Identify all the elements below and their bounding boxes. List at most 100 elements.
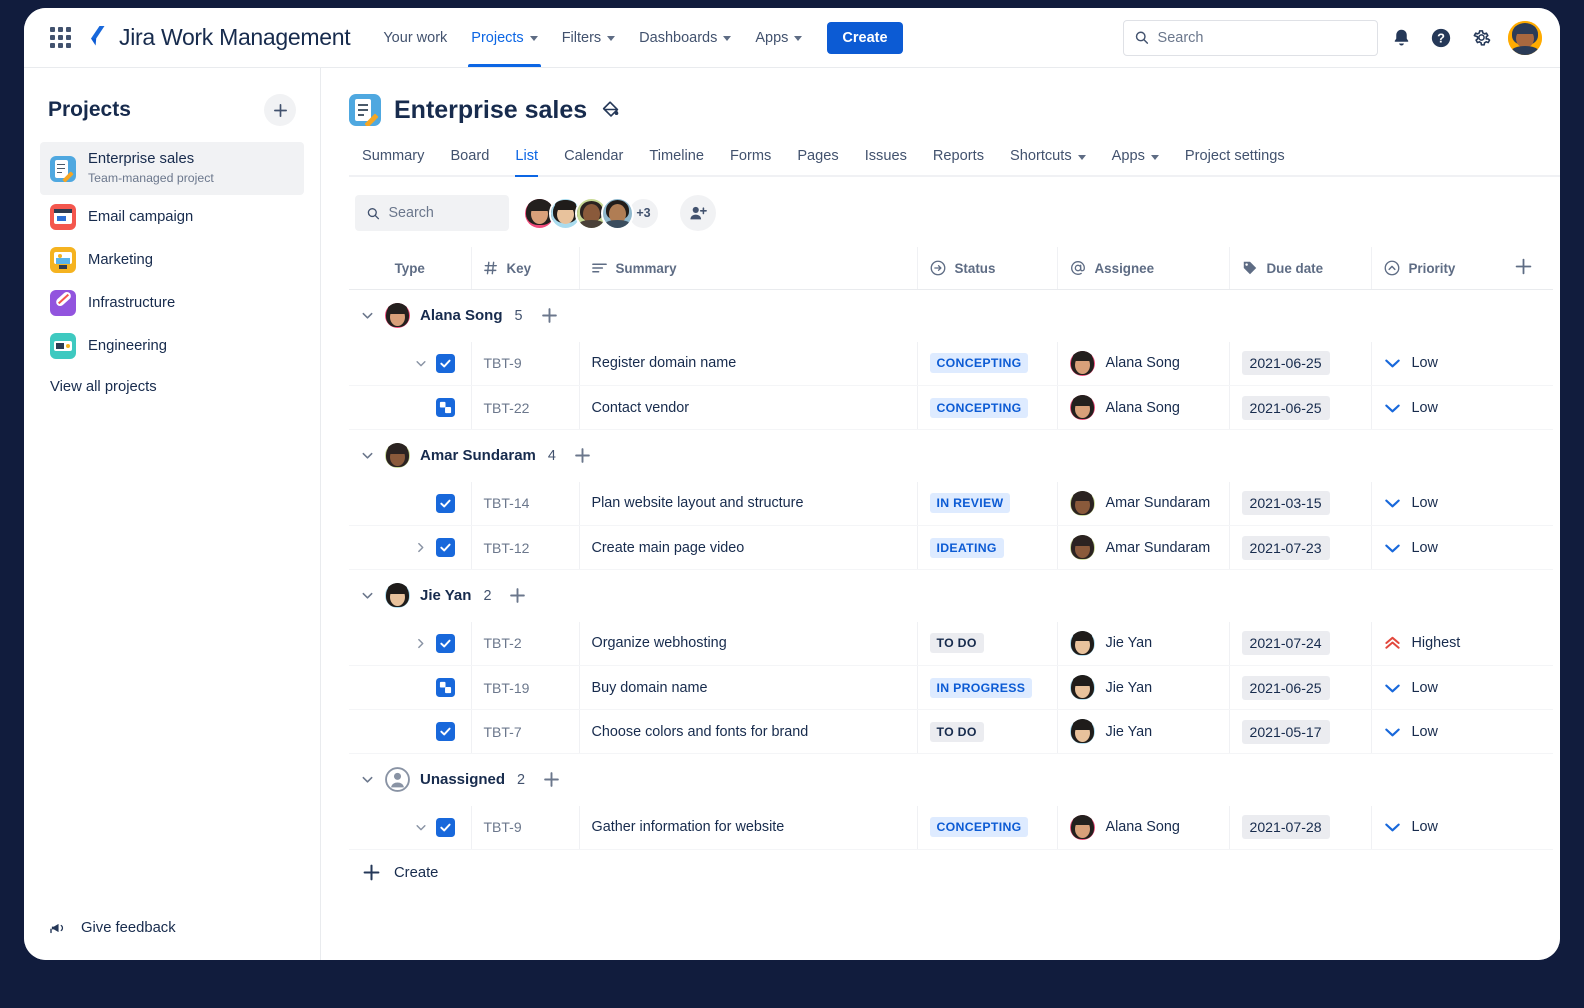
cell-assignee[interactable]: Alana Song bbox=[1057, 342, 1229, 386]
column-header-status[interactable]: Status bbox=[917, 247, 1057, 290]
table-row[interactable]: TBT-7Choose colors and fonts for brand TO… bbox=[349, 710, 1553, 754]
cell-type[interactable] bbox=[349, 386, 471, 430]
column-header-due-date[interactable]: Due date bbox=[1229, 247, 1371, 290]
cell-key[interactable]: TBT-14 bbox=[471, 482, 579, 526]
create-button[interactable]: Create bbox=[827, 22, 902, 54]
cell-due-date[interactable]: 2021-07-28 bbox=[1229, 806, 1371, 850]
cell-due-date[interactable]: 2021-06-25 bbox=[1229, 386, 1371, 430]
cell-key[interactable]: TBT-22 bbox=[471, 386, 579, 430]
cell-type[interactable] bbox=[349, 666, 471, 710]
group-collapse-toggle[interactable] bbox=[359, 309, 375, 322]
group-add-issue-button[interactable] bbox=[543, 771, 560, 788]
tab-issues[interactable]: Issues bbox=[852, 138, 920, 175]
cell-status[interactable]: IN REVIEW bbox=[917, 482, 1057, 526]
nav-your-work[interactable]: Your work bbox=[372, 8, 458, 67]
cell-summary[interactable]: Organize webhosting bbox=[579, 622, 917, 666]
tab-pages[interactable]: Pages bbox=[784, 138, 851, 175]
cell-priority[interactable]: Low bbox=[1371, 482, 1493, 526]
sidebar-item-email-campaign[interactable]: Email campaign bbox=[40, 196, 304, 238]
cell-priority[interactable]: Low bbox=[1371, 342, 1493, 386]
cell-summary[interactable]: Contact vendor bbox=[579, 386, 917, 430]
cell-priority[interactable]: Low bbox=[1371, 806, 1493, 850]
cell-summary[interactable]: Register domain name bbox=[579, 342, 917, 386]
nav-projects[interactable]: Projects bbox=[460, 8, 548, 67]
tab-project-settings[interactable]: Project settings bbox=[1172, 138, 1298, 175]
nav-dashboards[interactable]: Dashboards bbox=[628, 8, 742, 67]
status-badge[interactable]: CONCEPTING bbox=[930, 817, 1029, 837]
cell-due-date[interactable]: 2021-07-23 bbox=[1229, 526, 1371, 570]
cell-priority[interactable]: Low bbox=[1371, 666, 1493, 710]
cell-assignee[interactable]: Amar Sundaram bbox=[1057, 526, 1229, 570]
column-header-assignee[interactable]: Assignee bbox=[1057, 247, 1229, 290]
cell-due-date[interactable]: 2021-06-25 bbox=[1229, 342, 1371, 386]
cell-type[interactable] bbox=[349, 710, 471, 754]
cell-summary[interactable]: Gather information for website bbox=[579, 806, 917, 850]
cell-due-date[interactable]: 2021-05-17 bbox=[1229, 710, 1371, 754]
due-date-chip[interactable]: 2021-06-25 bbox=[1242, 396, 1330, 420]
cell-status[interactable]: IDEATING bbox=[917, 526, 1057, 570]
add-person-button[interactable] bbox=[680, 195, 716, 231]
avatar[interactable] bbox=[601, 197, 634, 230]
view-all-projects-link[interactable]: View all projects bbox=[40, 367, 304, 407]
cell-status[interactable]: CONCEPTING bbox=[917, 342, 1057, 386]
group-add-issue-button[interactable] bbox=[541, 307, 558, 324]
cell-type[interactable] bbox=[349, 342, 471, 386]
cell-priority[interactable]: Highest bbox=[1371, 622, 1493, 666]
create-issue-row[interactable]: Create bbox=[349, 850, 1532, 881]
global-search-box[interactable] bbox=[1123, 20, 1378, 56]
tab-list[interactable]: List bbox=[502, 138, 551, 175]
due-date-chip[interactable]: 2021-07-28 bbox=[1242, 815, 1330, 839]
column-header-summary[interactable]: Summary bbox=[579, 247, 917, 290]
row-expand-toggle[interactable] bbox=[415, 821, 427, 834]
table-row[interactable]: TBT-14Plan website layout and structureI… bbox=[349, 482, 1553, 526]
status-badge[interactable]: TO DO bbox=[930, 633, 984, 653]
status-badge[interactable]: TO DO bbox=[930, 722, 984, 742]
nav-apps[interactable]: Apps bbox=[744, 8, 813, 67]
notifications-button[interactable] bbox=[1384, 21, 1418, 55]
help-button[interactable]: ? bbox=[1424, 21, 1458, 55]
table-row[interactable]: TBT-9Register domain name CONCEPTING Alana… bbox=[349, 342, 1553, 386]
column-header-type[interactable]: Type bbox=[349, 247, 471, 290]
table-row[interactable]: TBT-9Gather information for websiteCONCE… bbox=[349, 806, 1553, 850]
cell-key[interactable]: TBT-19 bbox=[471, 666, 579, 710]
cell-status[interactable]: CONCEPTING bbox=[917, 806, 1057, 850]
cell-summary[interactable]: Choose colors and fonts for brand bbox=[579, 710, 917, 754]
sidebar-item-enterprise-sales[interactable]: Enterprise sales Team-managed project bbox=[40, 142, 304, 195]
status-badge[interactable]: IDEATING bbox=[930, 538, 1004, 558]
row-expand-toggle[interactable] bbox=[415, 541, 427, 554]
tab-shortcuts[interactable]: Shortcuts bbox=[997, 138, 1099, 175]
give-feedback-button[interactable]: Give feedback bbox=[40, 904, 304, 960]
global-search-input[interactable] bbox=[1158, 30, 1366, 46]
cell-assignee[interactable]: Jie Yan bbox=[1057, 666, 1229, 710]
row-expand-toggle[interactable] bbox=[415, 637, 427, 650]
due-date-chip[interactable]: 2021-05-17 bbox=[1242, 720, 1330, 744]
cell-assignee[interactable]: Alana Song bbox=[1057, 806, 1229, 850]
list-search-box[interactable] bbox=[355, 195, 509, 231]
app-switcher-button[interactable] bbox=[44, 22, 76, 54]
row-expand-toggle[interactable] bbox=[415, 357, 427, 370]
due-date-chip[interactable]: 2021-07-24 bbox=[1242, 631, 1330, 655]
cell-due-date[interactable]: 2021-03-15 bbox=[1229, 482, 1371, 526]
status-badge[interactable]: CONCEPTING bbox=[930, 353, 1029, 373]
cell-priority[interactable]: Low bbox=[1371, 526, 1493, 570]
cell-due-date[interactable]: 2021-06-25 bbox=[1229, 666, 1371, 710]
cell-status[interactable]: IN PROGRESS bbox=[917, 666, 1057, 710]
due-date-chip[interactable]: 2021-03-15 bbox=[1242, 491, 1330, 515]
cell-type[interactable] bbox=[349, 806, 471, 850]
cell-type[interactable] bbox=[349, 622, 471, 666]
cell-summary[interactable]: Create main page video bbox=[579, 526, 917, 570]
group-collapse-toggle[interactable] bbox=[359, 449, 375, 462]
table-row[interactable]: TBT-12Create main page video IDEATING Amar… bbox=[349, 526, 1553, 570]
add-column-button[interactable] bbox=[1493, 247, 1553, 290]
status-badge[interactable]: CONCEPTING bbox=[930, 398, 1029, 418]
group-add-issue-button[interactable] bbox=[509, 587, 526, 604]
cell-priority[interactable]: Low bbox=[1371, 386, 1493, 430]
sidebar-item-infrastructure[interactable]: Infrastructure bbox=[40, 282, 304, 324]
cell-assignee[interactable]: Alana Song bbox=[1057, 386, 1229, 430]
cell-key[interactable]: TBT-7 bbox=[471, 710, 579, 754]
cell-key[interactable]: TBT-9 bbox=[471, 342, 579, 386]
status-badge[interactable]: IN REVIEW bbox=[930, 493, 1011, 513]
tab-calendar[interactable]: Calendar bbox=[551, 138, 636, 175]
cell-key[interactable]: TBT-12 bbox=[471, 526, 579, 570]
cell-assignee[interactable]: Jie Yan bbox=[1057, 710, 1229, 754]
